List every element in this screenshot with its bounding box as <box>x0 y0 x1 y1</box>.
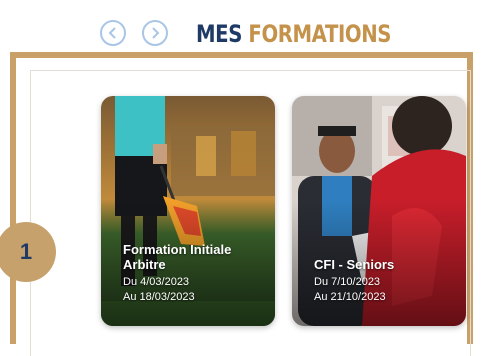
formation-card-cfi[interactable]: CFI - Seniors Du 7/10/2023 Au 21/10/2023 <box>292 96 466 326</box>
card-date-from: Du 7/10/2023 <box>314 276 381 288</box>
chevron-right-icon <box>152 27 160 39</box>
title-part-2: FORMATIONS <box>248 20 392 48</box>
prev-button[interactable] <box>100 20 126 46</box>
chevron-left-icon <box>108 27 116 39</box>
page-title: MES FORMATIONS <box>196 19 391 49</box>
card-date-from: Du 4/03/2023 <box>123 276 190 288</box>
title-part-1: MES <box>196 20 242 48</box>
card-date-to: Au 21/10/2023 <box>314 291 386 303</box>
card-text: Formation Initiale Arbitre Du 4/03/2023 … <box>123 242 263 304</box>
card-text: CFI - Seniors Du 7/10/2023 Au 21/10/2023 <box>314 257 454 304</box>
formation-card-arbitre[interactable]: Formation Initiale Arbitre Du 4/03/2023 … <box>101 96 275 326</box>
next-button[interactable] <box>142 20 168 46</box>
card-date-to: Au 18/03/2023 <box>123 291 195 303</box>
card-title: CFI - Seniors <box>314 257 395 272</box>
card-title: Formation Initiale Arbitre <box>123 242 232 272</box>
header: MES FORMATIONS <box>0 10 483 50</box>
